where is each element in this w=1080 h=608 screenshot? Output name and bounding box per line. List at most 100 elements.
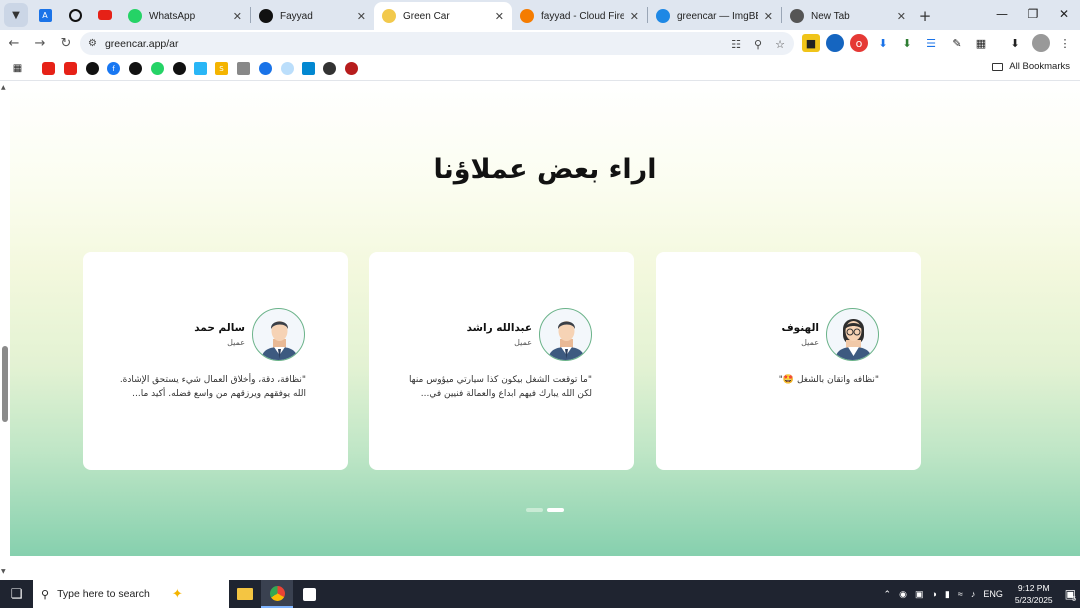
testimonial-quote: "نظافة، دقة، وأخلاق العمال شيء يستحق الإ…: [119, 375, 306, 399]
close-tab-icon[interactable]: ✕: [233, 10, 242, 23]
taskbar-search[interactable]: ⚲ Type here to search ✦: [33, 580, 229, 608]
chrome-taskbar-button[interactable]: [261, 580, 293, 608]
extension-circle-icon[interactable]: [826, 34, 844, 52]
close-tab-icon[interactable]: ✕: [495, 10, 504, 23]
vscode-bookmark-icon[interactable]: [302, 62, 315, 75]
globe-bookmark-icon[interactable]: [323, 62, 336, 75]
tab-label: New Tab: [811, 10, 850, 22]
forward-button[interactable]: →: [28, 32, 52, 56]
restore-button[interactable]: ❐: [1016, 0, 1050, 28]
tab-fayyad[interactable]: Fayyad ✕: [251, 2, 374, 30]
back-button[interactable]: ←: [2, 32, 26, 56]
tab-label: WhatsApp: [149, 10, 196, 22]
close-window-button[interactable]: ✕: [1047, 0, 1080, 28]
minimize-button[interactable]: —: [985, 0, 1019, 28]
camera-icon[interactable]: ▣: [915, 589, 924, 600]
app-icon: [302, 587, 316, 601]
wifi-icon[interactable]: ≈: [958, 589, 963, 599]
translate-page-icon[interactable]: ☷: [728, 36, 744, 52]
file-explorer-button[interactable]: [229, 580, 261, 608]
section-title: اراء بعض عملاؤنا: [433, 154, 657, 185]
app-taskbar-button[interactable]: [293, 580, 325, 608]
testimonial-card: سالم حمد عميل "نظافة، دقة، وأخلاق العمال…: [83, 252, 348, 470]
apps-grid-icon[interactable]: ▦: [11, 62, 24, 75]
threads-bookmark-icon[interactable]: [86, 62, 99, 75]
site-info-icon[interactable]: ⚙: [88, 38, 97, 49]
bookmark-star-icon[interactable]: ☆: [772, 36, 788, 52]
address-bar[interactable]: ⚙ greencar.app/ar ☷ ⚲ ☆: [80, 32, 794, 55]
scrollbar-thumb[interactable]: [2, 346, 8, 422]
all-bookmarks-button[interactable]: All Bookmarks: [992, 61, 1070, 72]
youtube-bookmark-icon[interactable]: [42, 62, 55, 75]
download-extension-icon[interactable]: ⬇: [874, 34, 892, 52]
pinned-tab-threads[interactable]: [60, 0, 90, 30]
customer-role: عميل: [227, 338, 245, 347]
tab-fayyad-cloud-firestore[interactable]: fayyad - Cloud Firestore ✕: [512, 2, 647, 30]
github-bookmark-icon[interactable]: [129, 62, 142, 75]
clock[interactable]: 9:12 PM 5/23/2025: [1015, 582, 1053, 606]
arrow-right-icon: →: [34, 36, 46, 51]
extension-o-icon[interactable]: o: [850, 34, 868, 52]
carousel-dot-active[interactable]: [547, 508, 564, 512]
brave-bookmark-icon[interactable]: [345, 62, 358, 75]
tab-green-car[interactable]: Green Car ✕: [374, 2, 512, 30]
zoom-icon[interactable]: ⚲: [750, 36, 766, 52]
windows-logo-icon: ❏: [10, 586, 23, 602]
language-indicator[interactable]: ENG: [983, 589, 1003, 599]
search-icon: ⚲: [41, 588, 50, 601]
profile-avatar[interactable]: [1032, 34, 1050, 52]
firebase-icon: [520, 9, 534, 23]
close-tab-icon[interactable]: ✕: [357, 10, 366, 23]
new-tab-button[interactable]: +: [914, 2, 936, 30]
battery-icon[interactable]: ▮: [945, 589, 950, 600]
close-tab-icon[interactable]: ✕: [897, 10, 906, 23]
upwork-bookmark-icon[interactable]: [173, 62, 186, 75]
eyedropper-icon[interactable]: ✎: [948, 34, 966, 52]
cloud-bookmark-icon[interactable]: [281, 62, 294, 75]
speaker-icon[interactable]: ♪: [971, 589, 976, 599]
chrome-icon: [790, 9, 804, 23]
customer-name: الهنوف: [781, 322, 819, 334]
testimonial-card: الهنوف عميل "نظافه واتقان بالشغل 🤩": [656, 252, 921, 470]
notification-icon[interactable]: ▣ 5: [1065, 587, 1076, 603]
tab-whatsapp[interactable]: WhatsApp ✕: [120, 2, 250, 30]
page-viewport: ▲ ▼ اراء بعض عملاؤنا الهنوف عميل "نظافه …: [0, 82, 1080, 580]
carousel-pagination: [10, 508, 1080, 512]
facebook-bookmark-icon[interactable]: f: [107, 62, 120, 75]
female-avatar: [826, 308, 879, 361]
extension-ticket-icon[interactable]: ■: [802, 34, 820, 52]
tab-greencar-imgbb[interactable]: greencar — ImgBB ✕: [648, 2, 781, 30]
url-text[interactable]: greencar.app/ar: [105, 38, 179, 50]
tab-new-tab[interactable]: New Tab ✕: [782, 2, 914, 30]
google-bookmark-icon[interactable]: [259, 62, 272, 75]
scroll-up-arrow-icon[interactable]: ▲: [1, 84, 6, 91]
translate-extension-icon[interactable]: ☰: [922, 34, 940, 52]
github-icon: [259, 9, 273, 23]
tab-search-button[interactable]: ▼: [4, 3, 28, 27]
close-tab-icon[interactable]: ✕: [630, 10, 639, 23]
whatsapp-bookmark-icon[interactable]: [151, 62, 164, 75]
reload-button[interactable]: ↻: [54, 32, 78, 56]
green-download-icon[interactable]: ⬇: [898, 34, 916, 52]
carousel-dot[interactable]: [526, 508, 543, 512]
downloads-icon[interactable]: ⬇: [1006, 34, 1024, 52]
record-icon[interactable]: ◉: [899, 589, 907, 600]
pinned-tab-translate[interactable]: A: [30, 0, 60, 30]
testimonial-quote: "نظافه واتقان بالشغل 🤩": [778, 375, 879, 385]
youtube-studio-bookmark-icon[interactable]: [64, 62, 77, 75]
link-bookmark-icon[interactable]: [237, 62, 250, 75]
pinned-tab-youtube[interactable]: [90, 0, 120, 30]
telegram-bookmark-icon[interactable]: [194, 62, 207, 75]
s-bookmark-icon[interactable]: S: [215, 62, 228, 75]
start-button[interactable]: ❏: [0, 580, 33, 608]
extensions-puzzle-icon[interactable]: ▦: [972, 34, 990, 52]
scrollbar[interactable]: ▲ ▼: [0, 82, 10, 580]
scroll-down-arrow-icon[interactable]: ▼: [1, 568, 6, 575]
close-tab-icon[interactable]: ✕: [764, 10, 773, 23]
chevron-up-icon[interactable]: ⌃: [884, 589, 892, 600]
sparkle-icon: ✦: [171, 586, 183, 601]
tab-label: fayyad - Cloud Firestore: [541, 10, 624, 22]
meet-icon[interactable]: ◑: [931, 589, 936, 599]
male-avatar: [539, 308, 592, 361]
more-menu-icon[interactable]: ⋮: [1056, 34, 1074, 52]
